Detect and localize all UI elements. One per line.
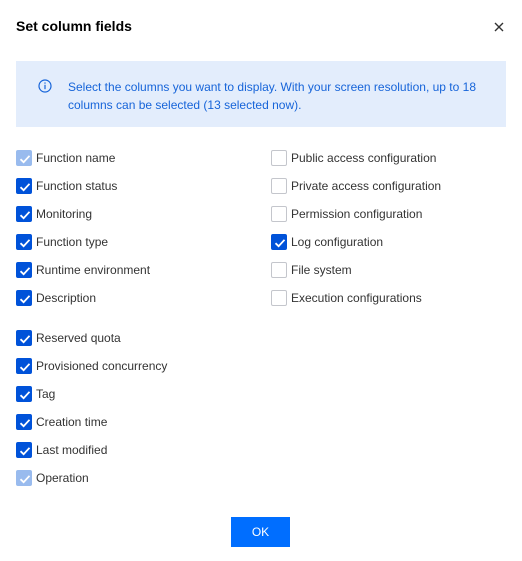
dialog-title: Set column fields	[16, 18, 132, 34]
ok-button[interactable]: OK	[231, 517, 290, 547]
option-function-type[interactable]: Function type	[16, 232, 108, 252]
checkbox[interactable]	[271, 206, 287, 222]
option-last-modified[interactable]: Last modified	[16, 440, 107, 460]
option-label: Monitoring	[36, 207, 93, 221]
option-label: Runtime environment	[36, 263, 151, 277]
info-text: Select the columns you want to display. …	[68, 80, 476, 112]
option-execution-configurations[interactable]: Execution configurations	[271, 288, 422, 308]
option-label: Tag	[36, 387, 56, 401]
checkmark-icon	[19, 419, 31, 428]
option-label: Permission configuration	[291, 207, 423, 221]
option-function-status[interactable]: Function status	[16, 176, 117, 196]
checkbox[interactable]	[16, 470, 32, 486]
option-tag[interactable]: Tag	[16, 384, 55, 404]
checkmark-icon	[19, 267, 31, 276]
checkbox[interactable]	[271, 150, 287, 166]
checkbox[interactable]	[16, 290, 32, 306]
option-label: Reserved quota	[36, 331, 121, 345]
checkbox[interactable]	[16, 150, 32, 166]
checkbox[interactable]	[16, 442, 32, 458]
checkmark-icon	[19, 155, 31, 164]
option-label: Function status	[36, 179, 118, 193]
checkbox[interactable]	[16, 262, 32, 278]
checkbox[interactable]	[16, 206, 32, 222]
checkmark-icon	[19, 335, 31, 344]
checkbox[interactable]	[16, 386, 32, 402]
option-description[interactable]: Description	[16, 288, 96, 308]
checkbox[interactable]	[271, 178, 287, 194]
checkbox[interactable]	[16, 414, 32, 430]
checkmark-icon	[19, 391, 31, 400]
checkbox[interactable]	[271, 234, 287, 250]
checkbox[interactable]	[16, 330, 32, 346]
option-label: Function name	[36, 151, 116, 165]
option-reserved-quota[interactable]: Reserved quota	[16, 328, 121, 348]
option-label: Execution configurations	[291, 291, 422, 305]
option-private-access-configuration[interactable]: Private access configuration	[271, 176, 441, 196]
close-icon[interactable]	[490, 18, 508, 36]
option-log-configuration[interactable]: Log configuration	[271, 232, 383, 252]
info-circle-icon	[38, 79, 52, 93]
option-label: Private access configuration	[291, 179, 442, 193]
option-runtime-environment[interactable]: Runtime environment	[16, 260, 150, 280]
option-provisioned-concurrency[interactable]: Provisioned concurrency	[16, 356, 167, 376]
checkmark-icon	[19, 295, 31, 304]
option-label: File system	[291, 263, 352, 277]
checkmark-icon	[19, 239, 31, 248]
option-operation[interactable]: Operation	[16, 468, 89, 488]
checkmark-icon	[19, 447, 31, 456]
info-banner: Select the columns you want to display. …	[16, 61, 506, 127]
option-creation-time[interactable]: Creation time	[16, 412, 107, 432]
checkmark-icon	[19, 211, 31, 220]
option-label: Creation time	[36, 415, 108, 429]
checkmark-icon	[19, 363, 31, 372]
option-label: Log configuration	[291, 235, 384, 249]
option-label: Public access configuration	[291, 151, 437, 165]
option-public-access-configuration[interactable]: Public access configuration	[271, 148, 436, 168]
option-label: Description	[36, 291, 97, 305]
checkbox[interactable]	[16, 234, 32, 250]
option-label: Provisioned concurrency	[36, 359, 168, 373]
option-file-system[interactable]: File system	[271, 260, 352, 280]
checkbox[interactable]	[271, 290, 287, 306]
option-monitoring[interactable]: Monitoring	[16, 204, 92, 224]
checkbox[interactable]	[271, 262, 287, 278]
checkmark-icon	[19, 183, 31, 192]
option-label: Last modified	[36, 443, 108, 457]
option-function-name[interactable]: Function name	[16, 148, 115, 168]
option-label: Operation	[36, 471, 89, 485]
checkmark-icon	[274, 239, 286, 248]
checkmark-icon	[19, 475, 31, 484]
checkbox[interactable]	[16, 358, 32, 374]
option-label: Function type	[36, 235, 109, 249]
set-column-fields-dialog: Set column fields Select the columns you…	[0, 0, 522, 561]
checkbox[interactable]	[16, 178, 32, 194]
option-permission-configuration[interactable]: Permission configuration	[271, 204, 422, 224]
